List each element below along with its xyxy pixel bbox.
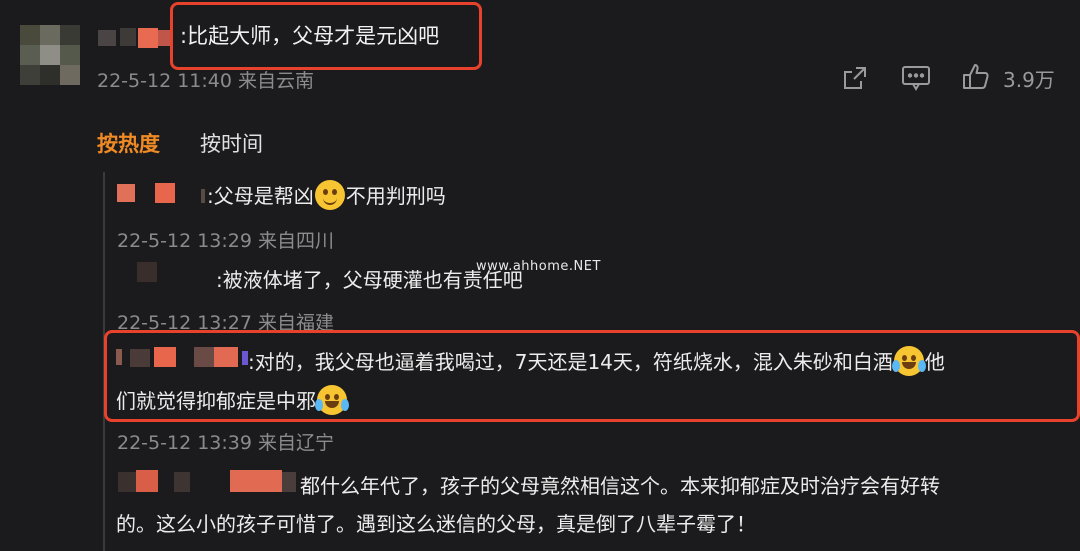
reply-text-part: 他 bbox=[924, 350, 945, 374]
avatar-pixel bbox=[20, 65, 40, 85]
reply-text-line2: 的。这么小的孩子可惜了。遇到这么迷信的父母，真是倒了八辈子霉了！ bbox=[116, 512, 756, 536]
watermark-text: www.ahhome.NET bbox=[476, 259, 601, 274]
tab-sort-time[interactable]: 按时间 bbox=[200, 128, 263, 158]
avatar-pixel bbox=[40, 65, 60, 85]
share-icon[interactable] bbox=[841, 64, 869, 92]
sort-tabs: 按热度 按时间 bbox=[97, 128, 263, 158]
avatar-pixel bbox=[20, 25, 40, 45]
username-blurred[interactable] bbox=[118, 468, 298, 494]
avatar[interactable] bbox=[20, 25, 80, 87]
username-blurred[interactable] bbox=[116, 346, 252, 370]
avatar-pixel bbox=[60, 65, 80, 85]
tab-sort-hot[interactable]: 按热度 bbox=[97, 128, 160, 158]
reply-text-line1: :对的，我父母也逼着我喝过，7天还是14天，符纸烧水，混入朱砂和白酒 他 bbox=[248, 346, 945, 376]
reply-text-line2: 们就觉得抑郁症是中邪 bbox=[116, 385, 349, 415]
thumbs-up-icon[interactable] bbox=[961, 62, 991, 92]
smile-emoji-icon bbox=[314, 180, 345, 210]
avatar-pixel bbox=[20, 45, 40, 65]
reply-text: :父母是帮凶 不用判刑吗 bbox=[207, 180, 446, 210]
avatar-pixel bbox=[40, 25, 60, 45]
reply-meta: 22-5-12 13:39 来自辽宁 bbox=[117, 432, 334, 454]
reply-text-line1: 都什么年代了，孩子的父母竟然相信这个。本来抑郁症及时治疗会有好转 bbox=[300, 474, 940, 498]
reply-text-part: 不用判刑吗 bbox=[345, 184, 446, 208]
reply-meta: 22-5-12 13:29 来自四川 bbox=[117, 230, 334, 252]
laugh-cry-emoji-icon bbox=[315, 385, 349, 415]
username-blurred[interactable] bbox=[98, 26, 176, 50]
username-blurred[interactable] bbox=[133, 262, 213, 284]
username-blurred[interactable] bbox=[117, 183, 207, 205]
comment-text: :比起大师，父母才是元凶吧 bbox=[180, 24, 440, 48]
reply-text-part: :对的，我父母也逼着我喝过，7天还是14天，符纸烧水，混入朱砂和白酒 bbox=[248, 350, 893, 374]
comment-meta: 22-5-12 11:40 来自云南 bbox=[97, 70, 314, 92]
comment-icon[interactable] bbox=[901, 64, 931, 92]
reply-text-part: :父母是帮凶 bbox=[207, 184, 314, 208]
avatar-pixel bbox=[60, 25, 80, 45]
avatar-pixel bbox=[60, 45, 80, 65]
reply-text-part: 们就觉得抑郁症是中邪 bbox=[116, 389, 316, 413]
like-count: 3.9万 bbox=[1003, 68, 1055, 92]
avatar-pixel bbox=[40, 45, 60, 65]
laugh-cry-emoji-icon bbox=[891, 346, 926, 376]
